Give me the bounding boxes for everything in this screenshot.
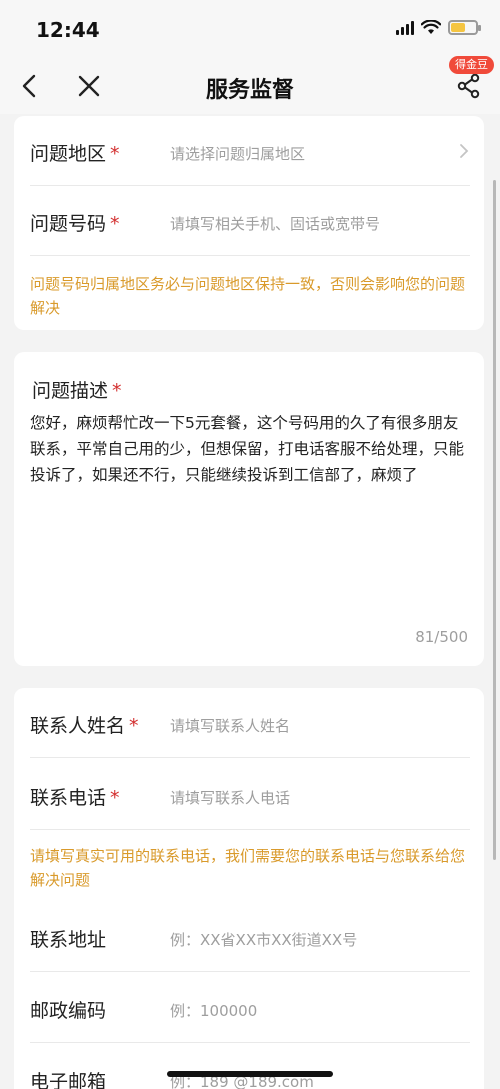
problem-number-hint: 问题号码归属地区务必与问题地区保持一致，否则会影响您的问题解决 [30,275,466,317]
required-mark: * [110,143,120,165]
contact-address-field[interactable]: 联系地址 例：XX省XX市XX街道XX号 [30,902,470,972]
contact-address-label: 联系地址 [30,929,107,951]
required-mark: * [110,787,120,809]
required-mark: * [129,715,139,737]
contact-phone-hint: 请填写真实可用的联系电话，我们需要您的联系电话与您联系给您解决问题 [30,847,466,889]
cellular-signal-icon [396,20,414,35]
close-icon[interactable] [74,70,104,102]
required-mark: * [112,380,122,402]
problem-description-card[interactable]: 问题描述 * 您好，麻烦帮忙改一下5元套餐，这个号码用的久了有很多朋友联系，平常自… [14,352,484,666]
status-icons [396,20,481,35]
contact-name-label: 联系人姓名 * [30,715,139,737]
character-counter: 81/500 [415,628,468,646]
problem-description-label: 问题描述 * [32,380,122,402]
back-arrow-icon[interactable] [14,68,44,104]
required-mark: * [110,213,120,235]
problem-info-card: 问题地区 * 请选择问题归属地区 问题号码 * 请填写相关手机、固话或宽带号 问题号… [14,116,484,330]
share-icon[interactable] [456,72,482,100]
battery-icon [448,20,481,35]
contact-phone-label: 联系电话 * [30,787,120,809]
problem-number-label: 问题号码 * [30,213,120,235]
contact-phone-field[interactable]: 联系电话 * 请填写联系人电话 [30,760,470,830]
postcode-field[interactable]: 邮政编码 例：100000 [30,973,470,1043]
problem-number-field[interactable]: 问题号码 * 请填写相关手机、固话或宽带号 [30,186,470,256]
postcode-placeholder: 例：100000 [170,1002,258,1020]
status-time: 12:44 [36,18,100,42]
email-label: 电子邮箱 [30,1071,107,1089]
problem-description-textarea[interactable]: 您好，麻烦帮忙改一下5元套餐，这个号码用的久了有很多朋友联系，平常自己用的少，但… [30,410,466,488]
email-field[interactable]: 电子邮箱 例：189 @189.com [30,1044,470,1089]
problem-region-field[interactable]: 问题地区 * 请选择问题归属地区 [30,116,470,186]
scrollbar[interactable] [493,180,496,860]
contact-phone-placeholder: 请填写联系人电话 [170,789,291,807]
navigation-bar: 服务监督 得金豆 [0,56,500,114]
reward-badge[interactable]: 得金豆 [449,56,494,74]
wifi-icon [421,20,441,34]
contact-name-field[interactable]: 联系人姓名 * 请填写联系人姓名 [30,688,470,758]
contact-address-placeholder: 例：XX省XX市XX街道XX号 [170,931,358,949]
problem-region-label: 问题地区 * [30,143,120,165]
status-bar: 12:44 [0,0,500,58]
postcode-label: 邮政编码 [30,1000,107,1022]
home-indicator[interactable] [167,1071,333,1077]
contact-name-placeholder: 请填写联系人姓名 [170,717,291,735]
chevron-right-icon [460,144,469,158]
problem-region-placeholder: 请选择问题归属地区 [170,145,306,163]
contact-info-card: 联系人姓名 * 请填写联系人姓名 联系电话 * 请填写联系人电话 请填写真实可用的联… [14,688,484,1089]
problem-number-placeholder: 请填写相关手机、固话或宽带号 [170,215,381,233]
